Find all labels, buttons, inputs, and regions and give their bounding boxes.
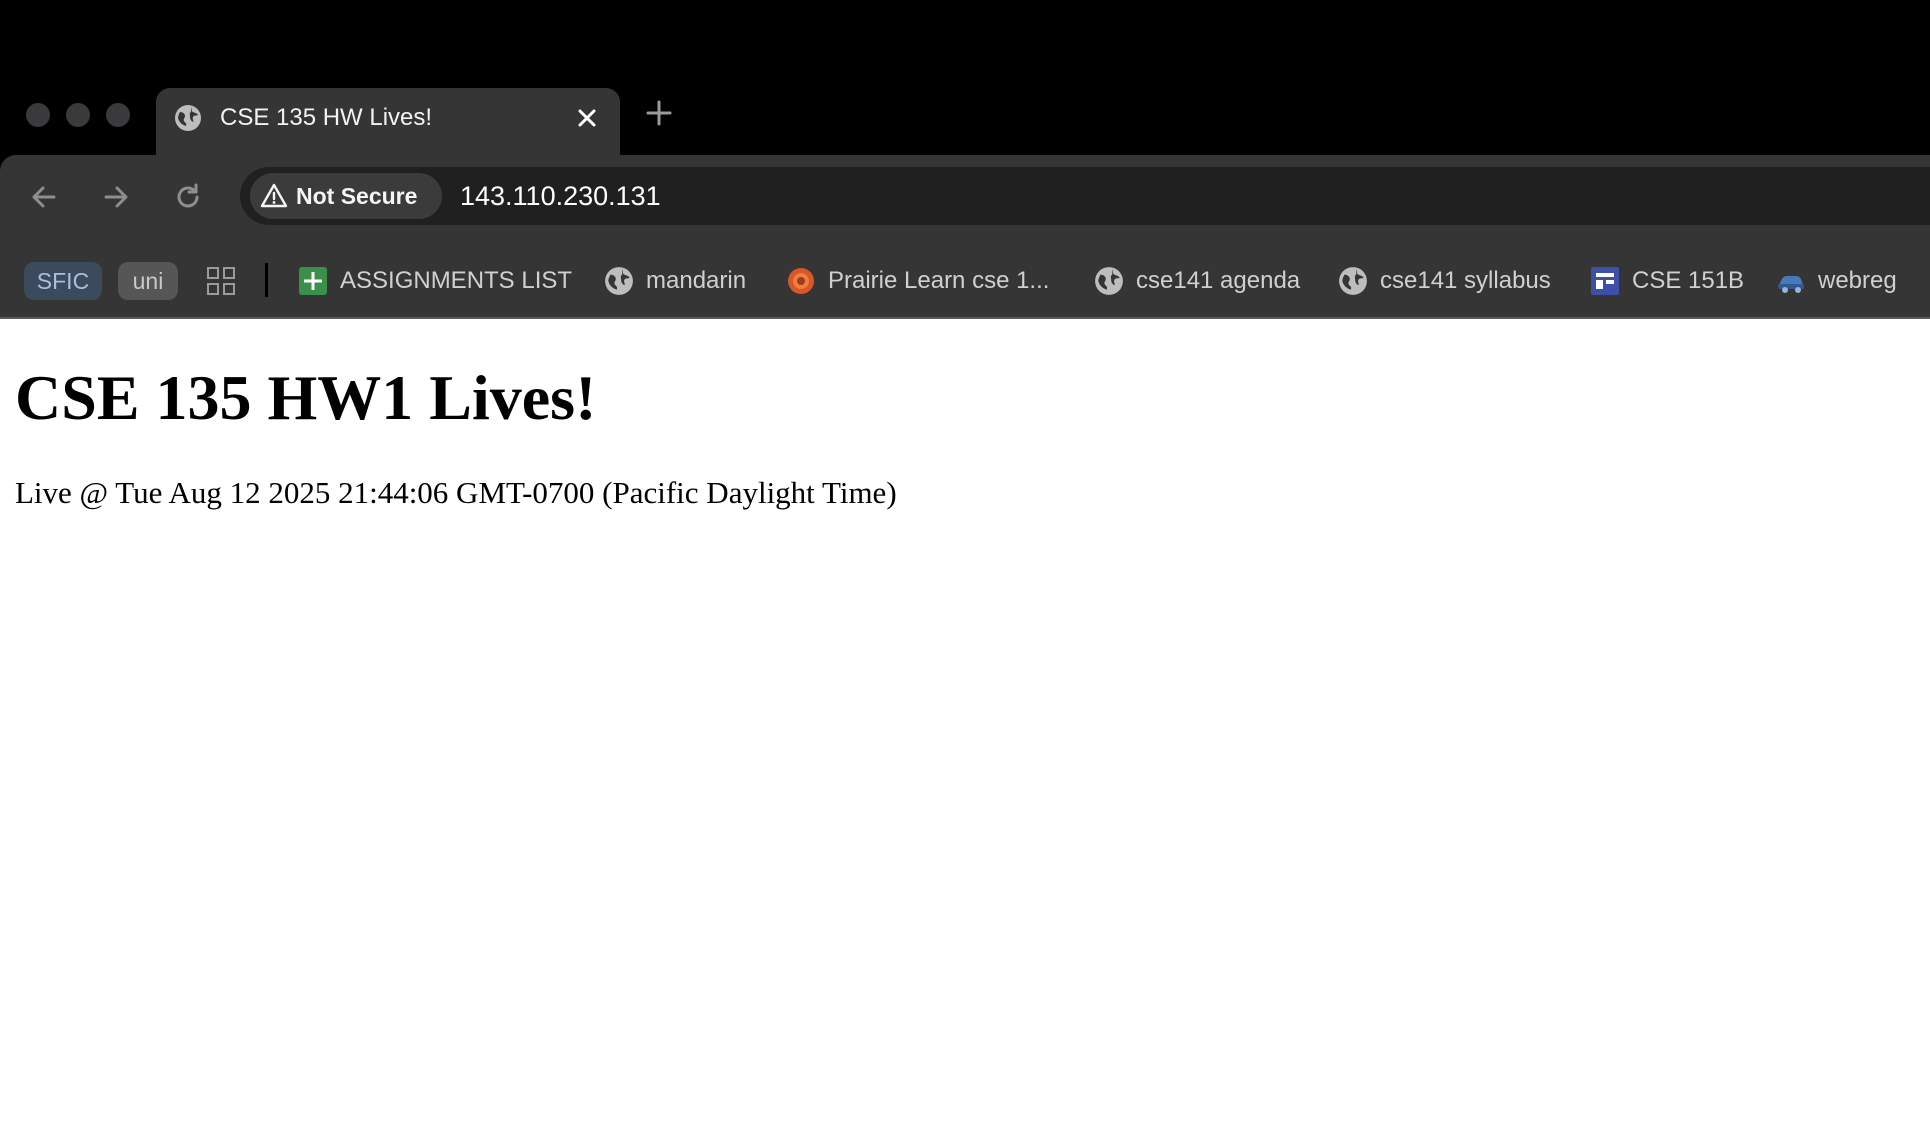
warning-triangle-icon [260,183,288,208]
globe-icon [1095,267,1123,295]
browser-tab[interactable]: CSE 135 HW Lives! [156,88,620,156]
page-heading: CSE 135 HW1 Lives! [15,362,597,433]
tab-group-sfic[interactable]: SFIC [24,262,102,300]
bookmark-cse-151b[interactable]: CSE 151B [1590,259,1744,303]
bookmark-label: ASSIGNMENTS LIST [340,267,573,294]
minimize-window-button[interactable] [66,103,90,127]
close-icon[interactable] [574,105,600,131]
sheets-plus-icon [299,267,327,295]
page-content: CSE 135 HW1 Lives! Live @ Tue Aug 12 202… [0,320,1930,1140]
tab-group-uni[interactable]: uni [118,262,178,300]
apps-grid-icon[interactable] [206,266,236,296]
bookmark-cse141-agenda[interactable]: cse141 agenda [1094,259,1300,303]
close-window-button[interactable] [26,103,50,127]
security-indicator-button[interactable]: Not Secure [250,173,442,219]
zoom-window-button[interactable] [106,103,130,127]
bookmark-webreg[interactable]: webreg [1776,259,1897,303]
globe-icon [1339,267,1367,295]
bookmark-label: mandarin [646,267,747,294]
toolbar: Not Secure 143.110.230.131 [0,155,1930,235]
browser-window: CSE 135 HW Lives! Not Secure 143.110.230… [0,0,1930,319]
bookmark-label: CSE 151B [1632,267,1745,294]
bookmark-prairie-learn[interactable]: Prairie Learn cse 1... [786,259,1049,303]
bookmarks-bar: SFIC uni ASSIGNMENTS LIST mandarin Prair… [0,235,1930,317]
site-layout-icon [1591,267,1619,295]
bookmark-mandarin[interactable]: mandarin [604,259,746,303]
globe-icon [605,267,633,295]
forward-arrow-icon[interactable] [100,181,132,213]
bookmark-label: webreg [1818,267,1897,294]
security-label: Not Secure [296,182,418,209]
address-bar[interactable]: Not Secure 143.110.230.131 [240,167,1930,225]
new-tab-plus-icon[interactable] [644,98,674,128]
flower-icon [788,268,814,294]
bookmark-label: cse141 syllabus [1380,267,1551,294]
globe-icon [175,105,201,131]
bookmark-label: cse141 agenda [1136,267,1301,294]
bookmarks-bar-border [0,317,1930,319]
bookmark-cse141-syllabus[interactable]: cse141 syllabus [1338,259,1551,303]
car-icon [1778,276,1804,293]
url-text[interactable]: 143.110.230.131 [460,180,661,212]
live-timestamp-text: Live @ Tue Aug 12 2025 21:44:06 GMT-0700… [15,475,897,510]
bookmark-assignments-list[interactable]: ASSIGNMENTS LIST [298,259,572,303]
tab-title: CSE 135 HW Lives! [220,104,433,131]
bookmarks-separator [265,263,268,297]
bookmark-label: Prairie Learn cse 1... [828,267,1050,294]
reload-icon[interactable] [172,181,204,213]
back-arrow-icon[interactable] [28,181,60,213]
